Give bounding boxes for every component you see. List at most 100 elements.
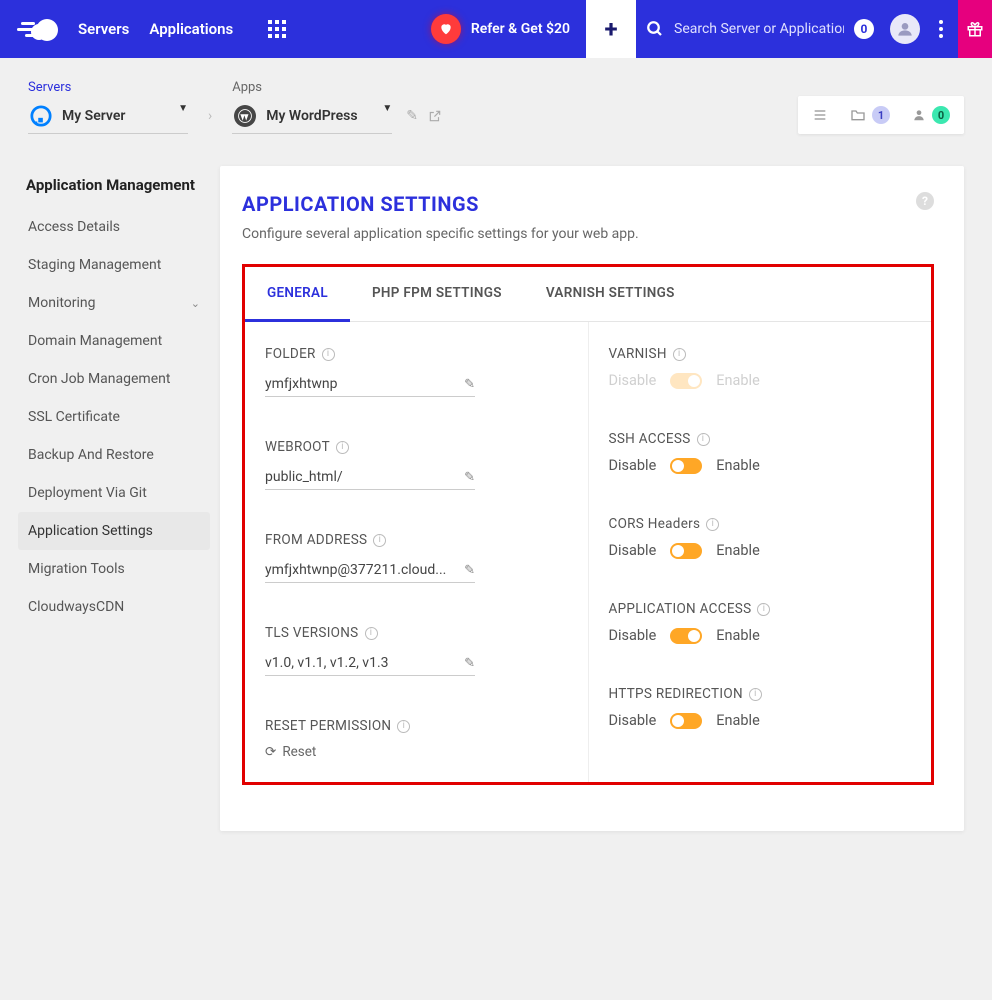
reset-icon: ⟳ bbox=[265, 744, 276, 760]
info-icon[interactable]: i bbox=[706, 518, 719, 531]
field-label: VARNISH bbox=[609, 346, 667, 362]
help-icon[interactable]: ? bbox=[916, 192, 934, 210]
crumb-app: Apps My WordPress ▼ bbox=[232, 80, 392, 134]
heart-icon bbox=[431, 14, 461, 44]
apps-grid-button[interactable] bbox=[253, 0, 301, 58]
refer-label: Refer & Get $20 bbox=[471, 21, 570, 37]
cors-toggle[interactable] bbox=[670, 543, 702, 559]
crumb-servers-label[interactable]: Servers bbox=[28, 80, 188, 95]
chevron-right-icon: › bbox=[208, 108, 212, 124]
server-name: My Server bbox=[62, 108, 125, 124]
info-icon[interactable]: i bbox=[673, 348, 686, 361]
toggle-enable-label: Enable bbox=[716, 712, 760, 729]
settings-col-left: FOLDERi ymfjxhtwnp ✎ WEBROOTi public_htm… bbox=[245, 322, 588, 782]
list-view-icon[interactable] bbox=[812, 107, 828, 123]
crumb-server: Servers My Server ▼ bbox=[28, 80, 188, 134]
nav-applications[interactable]: Applications bbox=[149, 20, 233, 38]
toggle-enable-label: Enable bbox=[716, 372, 760, 389]
sidebar-item-backup-and-restore[interactable]: Backup And Restore bbox=[18, 436, 210, 474]
toggle-enable-label: Enable bbox=[716, 627, 760, 644]
add-button[interactable]: + bbox=[586, 0, 636, 58]
info-icon[interactable]: i bbox=[336, 441, 349, 454]
more-menu[interactable] bbox=[932, 20, 950, 38]
sidebar-item-deployment-via-git[interactable]: Deployment Via Git bbox=[18, 474, 210, 512]
open-app-icon[interactable] bbox=[428, 109, 442, 123]
sidebar-item-domain-management[interactable]: Domain Management bbox=[18, 322, 210, 360]
app-access-toggle[interactable] bbox=[670, 628, 702, 644]
toggle-disable-label: Disable bbox=[609, 372, 657, 389]
info-icon[interactable]: i bbox=[322, 348, 335, 361]
search-icon[interactable] bbox=[646, 20, 664, 38]
https-toggle[interactable] bbox=[670, 713, 702, 729]
folder-value: ymfjxhtwnp bbox=[265, 376, 464, 392]
info-icon[interactable]: i bbox=[749, 688, 762, 701]
field-folder: FOLDER i ymfjxhtwnp ✎ bbox=[265, 346, 568, 397]
nav-servers[interactable]: Servers bbox=[78, 20, 129, 38]
chevron-down-icon: ⌄ bbox=[191, 297, 200, 310]
account-avatar[interactable] bbox=[890, 14, 920, 44]
field-https-redirection: HTTPS REDIRECTIONi Disable Enable bbox=[609, 686, 912, 729]
info-icon[interactable]: i bbox=[697, 433, 710, 446]
edit-webroot-button[interactable]: ✎ bbox=[464, 470, 475, 485]
sidebar-item-migration-tools[interactable]: Migration Tools bbox=[18, 550, 210, 588]
breadcrumb: Servers My Server ▼ › Apps My WordPress … bbox=[0, 58, 992, 142]
users-widget[interactable]: 0 bbox=[912, 106, 950, 124]
field-label: FOLDER bbox=[265, 346, 316, 362]
reset-label: Reset bbox=[282, 744, 316, 760]
chevron-down-icon: ▼ bbox=[382, 103, 392, 114]
field-cors-headers: CORS Headersi Disable Enable bbox=[609, 516, 912, 559]
tab-php-fpm-settings[interactable]: PHP FPM SETTINGS bbox=[350, 267, 524, 321]
info-icon[interactable]: i bbox=[373, 534, 386, 547]
wordpress-icon bbox=[234, 105, 256, 127]
toggle-disable-label: Disable bbox=[609, 457, 657, 474]
settings-col-right: VARNISH i Disable Enable SSH ACCESS i Disa… bbox=[588, 322, 932, 782]
sidebar-item-cron-job-management[interactable]: Cron Job Management bbox=[18, 360, 210, 398]
panel-subtitle: Configure several application specific s… bbox=[242, 226, 934, 242]
cloudways-logo[interactable] bbox=[0, 16, 78, 42]
edit-tls-button[interactable]: ✎ bbox=[464, 656, 475, 671]
toggle-enable-label: Enable bbox=[716, 457, 760, 474]
field-ssh-access: SSH ACCESS i Disable Enable bbox=[609, 431, 912, 474]
ssh-toggle[interactable] bbox=[670, 458, 702, 474]
field-label: FROM ADDRESS bbox=[265, 532, 367, 548]
varnish-toggle[interactable] bbox=[670, 373, 702, 389]
settings-panel: APPLICATION SETTINGS ? Configure several… bbox=[220, 166, 964, 831]
sidebar: Application Management Access Details St… bbox=[18, 166, 210, 626]
sidebar-item-ssl-certificate[interactable]: SSL Certificate bbox=[18, 398, 210, 436]
edit-app-icon[interactable]: ✎ bbox=[406, 108, 418, 124]
sidebar-item-application-settings[interactable]: Application Settings bbox=[18, 512, 210, 550]
gift-button[interactable] bbox=[958, 0, 992, 58]
tab-general[interactable]: GENERAL bbox=[245, 267, 350, 322]
crumb-actions: ✎ bbox=[406, 108, 442, 124]
app-name: My WordPress bbox=[266, 108, 357, 124]
edit-folder-button[interactable]: ✎ bbox=[464, 377, 475, 392]
sidebar-item-access-details[interactable]: Access Details bbox=[18, 208, 210, 246]
folder-count: 1 bbox=[872, 106, 890, 124]
field-label: SSH ACCESS bbox=[609, 431, 691, 447]
crumb-apps-label: Apps bbox=[232, 80, 392, 95]
sidebar-item-staging-management[interactable]: Staging Management bbox=[18, 246, 210, 284]
field-varnish: VARNISH i Disable Enable bbox=[609, 346, 912, 389]
field-label: RESET PERMISSION bbox=[265, 718, 391, 734]
app-selector[interactable]: My WordPress ▼ bbox=[232, 99, 392, 134]
tab-varnish-settings[interactable]: VARNISH SETTINGS bbox=[524, 267, 697, 321]
panel-title: APPLICATION SETTINGS bbox=[242, 192, 934, 216]
edit-from-address-button[interactable]: ✎ bbox=[464, 563, 475, 578]
info-icon[interactable]: i bbox=[397, 720, 410, 733]
reset-permission-button[interactable]: ⟳ Reset bbox=[265, 744, 568, 760]
info-icon[interactable]: i bbox=[365, 627, 378, 640]
refer-button[interactable]: Refer & Get $20 bbox=[415, 0, 586, 58]
field-label: CORS Headers bbox=[609, 516, 701, 532]
search-count-badge: 0 bbox=[854, 19, 874, 39]
search-input[interactable] bbox=[674, 21, 844, 37]
from-address-value: ymfjxhtwnp@377211.cloud... bbox=[265, 562, 464, 578]
sidebar-item-cloudwayscdn[interactable]: CloudwaysCDN bbox=[18, 588, 210, 626]
sidebar-item-monitoring[interactable]: Monitoring ⌄ bbox=[18, 284, 210, 322]
field-tls-versions: TLS VERSIONSi v1.0, v1.1, v1.2, v1.3 ✎ bbox=[265, 625, 568, 676]
server-selector[interactable]: My Server ▼ bbox=[28, 99, 188, 134]
sidebar-item-label: Monitoring bbox=[28, 295, 96, 311]
field-reset-permission: RESET PERMISSION i ⟳ Reset bbox=[265, 718, 568, 760]
folder-widget[interactable]: 1 bbox=[850, 106, 890, 124]
digitalocean-icon bbox=[30, 105, 52, 127]
info-icon[interactable]: i bbox=[757, 603, 770, 616]
